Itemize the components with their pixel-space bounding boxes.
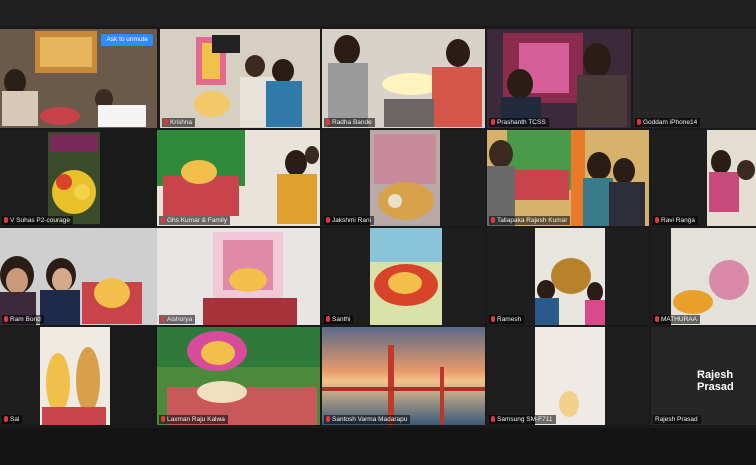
video-tile-3[interactable]: Radha Bande [322,29,485,128]
muted-mic-icon [491,316,495,322]
muted-mic-icon [326,217,330,223]
video-tile-19[interactable]: Samsung SM-F711 [487,327,649,425]
video-tile-17[interactable]: Laxman Raju Kalwa [157,327,320,425]
muted-mic-icon [655,217,659,223]
muted-mic-icon [161,217,165,223]
participant-name-13: Santhi [324,315,354,324]
participant-name-4: Prashanth TCSS [489,118,549,127]
video-tile-6[interactable]: V Suhas P2-courage [0,130,100,226]
participant-name-3: Radha Bande [324,118,375,127]
muted-mic-icon [161,416,165,422]
video-tile-20[interactable]: Rajesh Prasad Rajesh Prasad [651,327,756,425]
participant-name-18: Santosh Varma Madarapu [324,415,411,424]
large-participant-name: Rajesh Prasad [697,369,734,393]
participant-name-6: V Suhas P2-courage [2,216,73,225]
participant-name-text: Prashanth TCSS [497,119,546,126]
participant-name-text: Sai [10,416,20,423]
video-tile-10[interactable]: Ravi Ranga [651,130,756,226]
muted-mic-icon [491,217,495,223]
video-tile-9[interactable]: Tallapaka Rajesh Kumar [487,130,649,226]
muted-mic-icon [326,119,330,125]
muted-mic-icon [655,316,659,322]
video-tile-2[interactable]: Krishna [160,29,320,128]
participant-name-text: Ghs Kumar & Family [167,217,227,224]
participant-name-12: Aishorya [159,315,196,324]
participant-name-text: Santosh Varma Madarapu [332,416,408,423]
video-tile-18[interactable]: Santosh Varma Madarapu [322,327,485,425]
muted-mic-icon [637,119,641,125]
participant-name-text: Tallapaka Rajesh Kumar [497,217,568,224]
participant-name-10: Ravi Ranga [653,216,698,225]
participant-name-5: Goddam iPhone14 [635,118,701,127]
participant-name-16: Sai [2,415,23,424]
video-tile-5[interactable]: Goddam iPhone14 [633,29,756,128]
participant-name-text: Aishorya [167,316,193,323]
muted-mic-icon [161,316,165,322]
video-tile-8[interactable]: Jakshmi Rani [322,130,485,226]
top-bar [0,0,756,26]
participant-name-text: Rajesh Prasad [655,416,698,423]
participant-name-9: Tallapaka Rajesh Kumar [489,216,571,225]
participant-name-8: Jakshmi Rani [324,216,375,225]
participant-name-text: Santhi [332,316,351,323]
participant-name-text: Samsung SM-F711 [497,416,553,423]
participant-name-14: Ramesh [489,315,525,324]
participant-name-text: Laxman Raju Kalwa [167,416,225,423]
video-tile-11[interactable]: Ram Bond [0,228,157,325]
muted-mic-icon [326,316,330,322]
muted-mic-icon [4,217,8,223]
participant-name-text: Jakshmi Rani [332,217,372,224]
bottom-bar [0,428,756,465]
muted-mic-icon [326,416,330,422]
participant-name-11: Ram Bond [2,315,44,324]
video-tile-15[interactable]: MATHURAA [651,228,756,325]
video-tile-7[interactable]: Ghs Kumar & Family [157,130,320,226]
participant-name-2: Krishna [162,118,196,127]
participant-name-7: Ghs Kumar & Family [159,216,230,225]
participant-name-15: MATHURAA [653,315,700,324]
participant-name-20: Rajesh Prasad [653,415,701,424]
video-tile-13[interactable]: Santhi [322,228,485,325]
video-tile-12[interactable]: Aishorya [157,228,320,325]
participant-name-text: MATHURAA [661,316,697,323]
participant-name-17: Laxman Raju Kalwa [159,415,228,424]
video-tile-14[interactable]: Ramesh [487,228,649,325]
muted-mic-icon [491,119,495,125]
participant-name-text: Goddam iPhone14 [643,119,698,126]
video-tile-16[interactable]: Sai [0,327,110,425]
muted-mic-icon [164,119,168,125]
participant-name-19: Samsung SM-F711 [489,415,556,424]
ask-to-unmute-button[interactable]: Ask to unmute [101,34,153,46]
video-tile-4[interactable]: Prashanth TCSS [487,29,631,128]
muted-mic-icon [4,416,8,422]
participant-name-text: Radha Bande [332,119,372,126]
participant-name-text: Ramesh [497,316,522,323]
participant-name-text: Ravi Ranga [661,217,695,224]
muted-mic-icon [491,416,495,422]
participant-name-text: V Suhas P2-courage [10,217,70,224]
participant-name-text: Krishna [170,119,193,126]
video-tile-1[interactable]: Ask to unmute [0,29,157,128]
muted-mic-icon [4,316,8,322]
participant-name-text: Ram Bond [10,316,41,323]
